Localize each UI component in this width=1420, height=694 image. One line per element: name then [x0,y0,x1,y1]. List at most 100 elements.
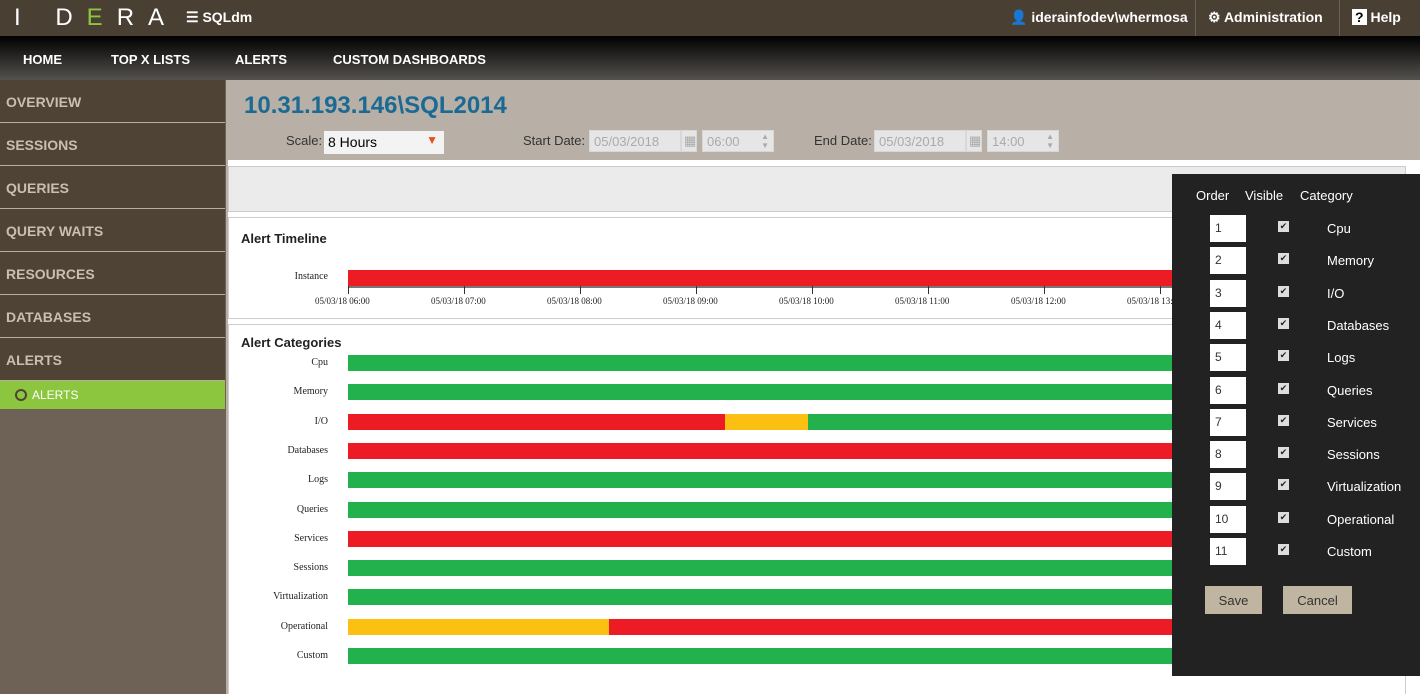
critical-segment[interactable] [348,530,1276,547]
nav-home[interactable]: HOME [23,52,62,67]
critical-segment[interactable] [348,413,725,430]
config-row: 9 ✔ Virtualization [1172,473,1420,503]
tick-label: 05/03/18 12:00 [1011,296,1066,306]
config-row: 5 ✔ Logs [1172,344,1420,374]
sidebar-item-sessions[interactable]: SESSIONS [0,123,225,166]
memory-label: Memory [293,386,328,398]
tick-label: 05/03/18 08:00 [547,296,602,306]
order-input[interactable]: 3 [1210,279,1246,307]
calendar-icon[interactable]: ▦ [681,130,697,152]
end-date-input[interactable]: 05/03/2018 [874,130,966,152]
sessions-label: Sessions [293,562,328,574]
ok-segment[interactable] [348,355,1276,371]
ok-segment[interactable] [348,384,1276,401]
end-time-input[interactable]: 14:00 ▲ ▼ [987,130,1059,152]
visible-checkbox[interactable]: ✔ [1278,479,1289,491]
order-input[interactable]: 7 [1210,408,1246,436]
app-menu[interactable]: ☰ SQLdm [186,9,252,26]
services-bar[interactable] [348,530,1276,547]
nav-custom-dashboards[interactable]: CUSTOM DASHBOARDS [333,52,486,67]
ok-segment[interactable] [348,560,1276,577]
databases-bar[interactable] [348,442,1276,459]
warning-segment[interactable] [725,413,809,430]
visible-checkbox[interactable]: ✔ [1278,382,1289,394]
scale-select[interactable]: 8 Hours ▼ [324,131,444,154]
order-input[interactable]: 1 [1210,215,1246,242]
sidebar-item-queries[interactable]: QUERIES [0,166,225,209]
cancel-button[interactable]: Cancel [1283,586,1352,614]
io-bar[interactable] [348,413,1276,430]
instance-bar[interactable] [348,270,1276,286]
tick-label: 05/03/18 07:00 [431,296,486,306]
virtualization-label: Virtualization [273,591,328,603]
order-input[interactable]: 5 [1210,344,1246,372]
virtualization-bar[interactable] [348,589,1276,606]
order-input[interactable]: 11 [1210,538,1246,565]
ok-segment[interactable] [348,472,1276,489]
databases-label: Databases [287,444,328,456]
config-row: 2 ✔ Memory [1172,247,1420,277]
gear-icon: ⚙ [1208,9,1221,25]
ok-segment[interactable] [348,589,1276,606]
divider [1195,0,1196,36]
category-label: Virtualization [1327,479,1402,495]
logs-bar[interactable] [348,472,1276,489]
queries-bar[interactable] [348,501,1276,518]
visible-checkbox[interactable]: ✔ [1278,221,1289,232]
ok-segment[interactable] [348,648,1276,664]
sidebar-item-databases[interactable]: DATABASES [0,295,225,338]
tick-mark [928,286,929,294]
order-input[interactable]: 9 [1210,473,1246,501]
start-time-input[interactable]: 06:00 ▲ ▼ [702,130,774,152]
circle-icon [15,389,27,401]
menu-icon: ☰ [186,9,203,25]
tick-mark [348,286,349,294]
visible-checkbox[interactable]: ✔ [1278,511,1289,523]
tick-mark [812,286,813,294]
ok-segment[interactable] [348,501,1276,518]
critical-segment[interactable] [348,442,1276,459]
custom-label: Custom [296,650,328,661]
config-row: 11 ✔ Custom [1172,538,1420,568]
idera-logo[interactable]: I DERA [14,4,178,32]
critical-segment[interactable] [348,270,1276,286]
memory-bar[interactable] [348,384,1276,401]
operational-bar[interactable] [348,618,1276,635]
sidebar-subitem-alerts[interactable]: ALERTS [0,381,225,409]
visible-checkbox[interactable]: ✔ [1278,253,1289,265]
sidebar-item-overview[interactable]: OVERVIEW [0,80,225,123]
visible-checkbox[interactable]: ✔ [1278,317,1289,329]
dropdown-arrow-icon: ▼ [426,133,438,147]
spinner-icon[interactable]: ▲ ▼ [761,132,769,150]
order-input[interactable]: 6 [1210,376,1246,404]
sidebar-item-query-waits[interactable]: QUERY WAITS [0,209,225,252]
visible-checkbox[interactable]: ✔ [1278,414,1289,426]
visible-checkbox[interactable]: ✔ [1278,447,1289,459]
administration-button[interactable]: ⚙ Administration [1208,9,1323,26]
order-input[interactable]: 2 [1210,247,1246,275]
save-button[interactable]: Save [1205,586,1262,614]
visible-header: Visible [1245,188,1284,203]
category-label: Databases [1327,317,1390,333]
custom-bar[interactable] [348,648,1276,664]
spinner-icon[interactable]: ▲ ▼ [1046,132,1054,150]
nav-alerts[interactable]: ALERTS [235,52,287,67]
order-input[interactable]: 4 [1210,311,1246,339]
config-row: 6 ✔ Queries [1172,376,1420,407]
sidebar-item-resources[interactable]: RESOURCES [0,252,225,295]
calendar-icon[interactable]: ▦ [966,130,982,152]
sessions-bar[interactable] [348,560,1276,577]
visible-checkbox[interactable]: ✔ [1278,544,1289,555]
visible-checkbox[interactable]: ✔ [1278,350,1289,362]
visible-checkbox[interactable]: ✔ [1278,285,1289,297]
warning-segment[interactable] [348,618,609,635]
order-input[interactable]: 8 [1210,441,1246,469]
sidebar: OVERVIEW SESSIONS QUERIES QUERY WAITS RE… [0,80,225,694]
start-date-input[interactable]: 05/03/2018 [589,130,681,152]
order-input[interactable]: 10 [1210,505,1246,533]
nav-top-x-lists[interactable]: TOP X LISTS [111,52,190,67]
help-button[interactable]: ? Help [1352,9,1401,25]
sidebar-item-alerts[interactable]: ALERTS [0,338,225,381]
cpu-bar[interactable] [348,355,1276,371]
user-menu[interactable]: 👤 iderainfodev\whermosa [1010,9,1188,26]
